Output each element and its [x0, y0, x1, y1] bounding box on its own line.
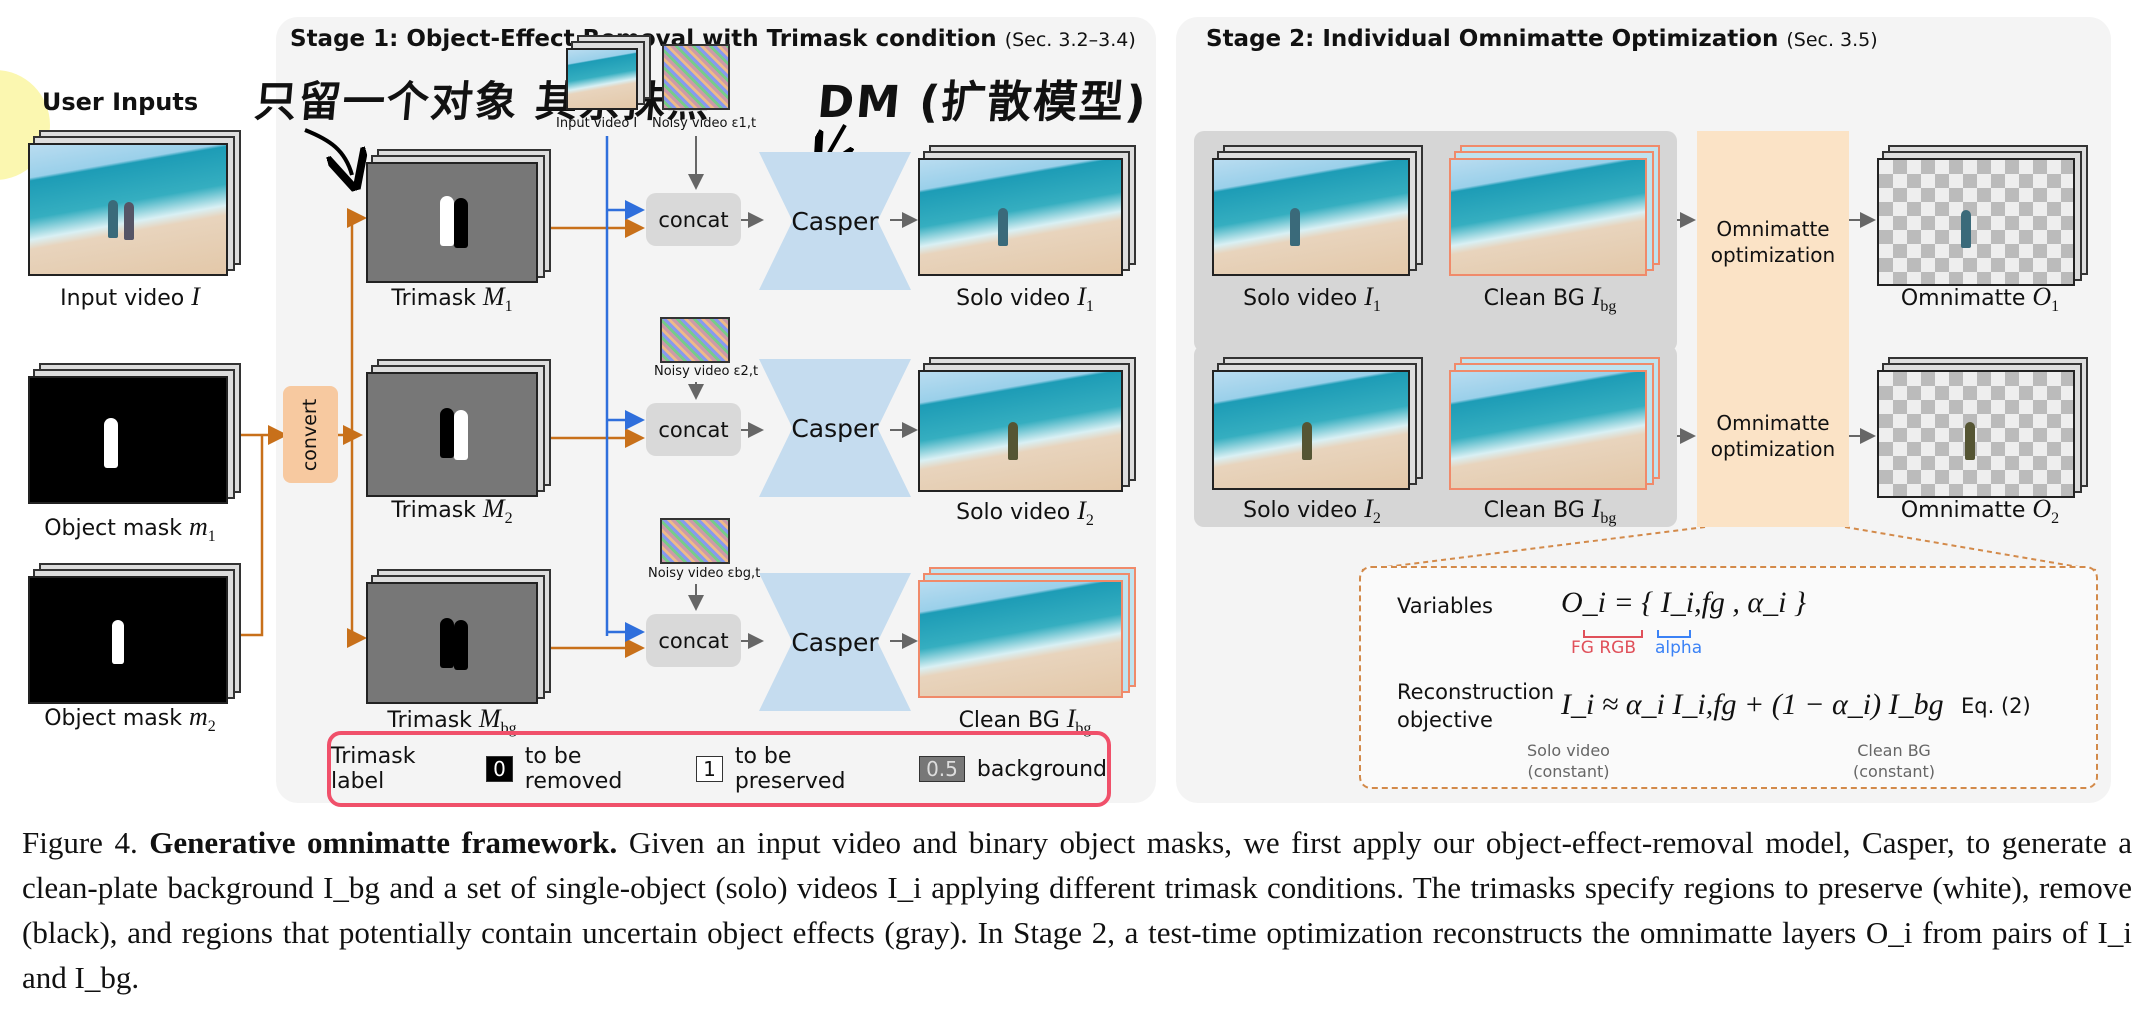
legend-chip-0: 0: [486, 756, 513, 782]
noisy-video-1: [662, 44, 730, 110]
handwritten-annotation-mask: 只留一个对象 其余抹黑: [252, 77, 714, 126]
small-input-video-label: Input video I: [556, 116, 638, 131]
stage2-clean-bg-2: [1449, 370, 1647, 490]
clean-bg-output: [918, 580, 1123, 698]
trimask-1: [366, 162, 538, 283]
convert-block: convert: [283, 386, 338, 483]
concat-2: concat: [646, 403, 741, 456]
trimask-bg: [366, 582, 538, 704]
legend-chip-05: 0.5: [919, 756, 965, 782]
fg-rgb-label: FG RGB: [1571, 638, 1637, 658]
legend-chip-1: 1: [696, 756, 723, 782]
objective-label: Reconstruction objective: [1397, 680, 1555, 732]
input-video-label: Input video I: [60, 282, 200, 311]
stage2-solo-video-2: [1212, 370, 1410, 490]
clean-bg-note: Clean BG (constant): [1853, 741, 1936, 781]
objective-equation: I_i ≈ α_i I_i,fg + (1 − α_i) I_bg: [1561, 688, 1944, 721]
user-inputs-title: User Inputs: [41, 88, 199, 116]
variables-equation: O_i = { I_i,fg , α_i }: [1561, 586, 1806, 619]
omnimatte-output-1-label: Omnimatte O1: [1900, 282, 2060, 316]
trimask-2: [366, 372, 538, 497]
solo-video-2-label: Solo video I2: [956, 496, 1094, 530]
omnimatte-output-2: [1877, 370, 2075, 498]
variables-label: Variables: [1397, 594, 1493, 618]
object-mask-1-thumbnail: [28, 376, 228, 504]
stage2-clean-bg-2-label: Clean BG Ibg: [1483, 494, 1617, 528]
solo-video-1: [918, 158, 1123, 276]
noisy-video-2: [660, 317, 730, 363]
trimask-2-label: Trimask M2: [391, 494, 513, 528]
omnimatte-output-1: [1877, 158, 2075, 286]
legend-text-05: background: [976, 756, 1107, 782]
fg-rgb-bracket: [1583, 630, 1643, 638]
omnimatte-optimization-2: Omnimatte optimization: [1697, 345, 1849, 527]
legend-text-0: to be removed: [524, 744, 623, 794]
solo-video-1-label: Solo video I1: [956, 282, 1094, 316]
legend-text-1: to be preserved: [734, 744, 846, 794]
stage2-clean-bg-1-label: Clean BG Ibg: [1483, 282, 1617, 316]
noisy-video-2-label: Noisy video ε2,t: [654, 364, 759, 379]
noisy-video-1-label: Noisy video ε1,t: [652, 116, 757, 131]
stage2-clean-bg-1: [1449, 158, 1647, 276]
figure-caption: Figure 4. Generative omnimatte framework…: [22, 825, 2133, 995]
alpha-label: alpha: [1655, 638, 1703, 658]
concat-1: concat: [646, 193, 741, 246]
trimask-legend: Trimask label 0 to be removed 1 to be pr…: [327, 731, 1111, 807]
omnimatte-output-2-label: Omnimatte O2: [1900, 494, 2060, 528]
solo-video-2: [918, 370, 1123, 492]
omnimatte-optimization-1: Omnimatte optimization: [1697, 131, 1849, 352]
handwritten-annotation-dm: DM (扩散模型): [815, 77, 1150, 128]
stage2-solo-video-1-label: Solo video I1: [1243, 282, 1381, 316]
input-video-thumbnail: [28, 143, 228, 276]
object-mask-1-label: Object mask m1: [44, 512, 216, 546]
object-mask-2-label: Object mask m2: [44, 702, 216, 736]
solo-video-note: Solo video (constant): [1527, 741, 1610, 781]
object-mask-2-thumbnail: [28, 576, 228, 704]
stage2-solo-video-2-label: Solo video I2: [1243, 494, 1381, 528]
trimask-1-label: Trimask M1: [391, 282, 513, 316]
equation-number: Eq. (2): [1961, 694, 2031, 718]
small-input-video: [566, 48, 638, 110]
stage2-solo-video-1: [1212, 158, 1410, 276]
noisy-video-bg-label: Noisy video εbg,t: [648, 566, 761, 581]
legend-title: Trimask label: [331, 744, 416, 794]
noisy-video-bg: [660, 518, 730, 564]
alpha-bracket: [1657, 630, 1691, 638]
concat-bg: concat: [646, 614, 741, 667]
omnimatte-equation-box: Variables O_i = { I_i,fg , α_i } FG RGB …: [1359, 566, 2098, 789]
